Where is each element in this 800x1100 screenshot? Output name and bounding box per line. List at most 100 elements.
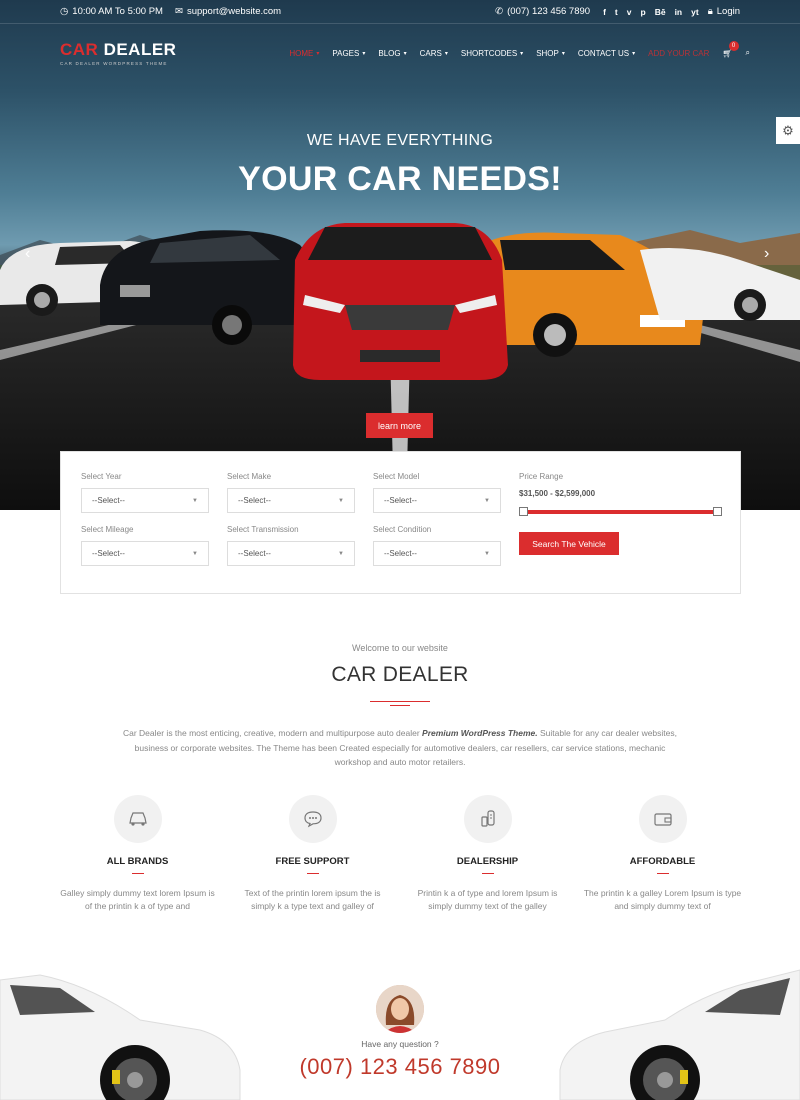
nav-add-your-car[interactable]: ADD YOUR CAR xyxy=(648,49,709,58)
feature-text: The printin k a galley Lorem Ipsum is ty… xyxy=(583,888,742,911)
login-link[interactable]: 🔒︎ Login xyxy=(708,6,740,17)
price-range-slider[interactable] xyxy=(519,507,722,516)
welcome-description: Car Dealer is the most enticing, creativ… xyxy=(122,728,678,767)
vimeo-icon[interactable]: v xyxy=(627,7,632,17)
chevron-down-icon: ▾ xyxy=(362,50,366,57)
hero-subtitle: WE HAVE EVERYTHING xyxy=(306,132,494,149)
phone-icon: ✆ xyxy=(495,6,504,17)
chat-icon xyxy=(288,795,337,843)
welcome-kicker: Welcome to our website xyxy=(352,643,448,653)
caret-down-icon: ▼ xyxy=(484,497,490,504)
price-range-value: $31,500 - $2,599,000 xyxy=(519,489,596,498)
slider-next-arrow-icon[interactable]: › xyxy=(764,245,769,263)
feature-divider xyxy=(656,873,669,874)
youtube-icon[interactable]: yt xyxy=(691,7,699,17)
main-nav: HOME ▾ PAGES ▾ BLOG ▾ CARS ▾ SHORTCODES ▾ SHO… xyxy=(289,40,750,58)
caret-down-icon: ▼ xyxy=(338,550,344,557)
select-make-label: Select Make xyxy=(227,472,272,481)
caret-down-icon: ▼ xyxy=(192,550,198,557)
select-make-field: Select Make --Select-- ▼ xyxy=(227,472,355,513)
slider-prev-arrow-icon[interactable]: ‹ xyxy=(25,245,30,263)
feature-title: FREE SUPPORT xyxy=(275,856,350,867)
chevron-down-icon: ▾ xyxy=(632,50,636,57)
twitter-icon[interactable]: t xyxy=(615,7,618,17)
welcome-title: CAR DEALER xyxy=(331,663,469,686)
facebook-icon[interactable]: f xyxy=(603,7,606,17)
title-divider-small xyxy=(390,705,410,706)
car-icon xyxy=(113,795,162,843)
nav-shortcodes[interactable]: SHORTCODES ▾ xyxy=(461,49,523,58)
chevron-down-icon: ▾ xyxy=(316,50,320,57)
feature-free-support: FREE SUPPORT Text of the printin lorem i… xyxy=(225,795,400,913)
select-year-field: Select Year --Select-- ▼ xyxy=(81,472,209,513)
feature-title: AFFORDABLE xyxy=(629,856,696,867)
learn-more-button[interactable]: learn more xyxy=(366,413,433,438)
select-condition-dropdown[interactable]: --Select-- ▼ xyxy=(373,541,501,566)
caret-down-icon: ▼ xyxy=(338,497,344,504)
nav-pages[interactable]: PAGES ▾ xyxy=(332,49,365,58)
select-make-dropdown[interactable]: --Select-- ▼ xyxy=(227,488,355,513)
linkedin-icon[interactable]: in xyxy=(675,7,683,17)
cart-button[interactable]: 🛒︎ 0 xyxy=(722,40,739,58)
hero-caption: WE HAVE EVERYTHING YOUR CAR NEEDS! xyxy=(0,132,800,199)
chevron-down-icon: ▾ xyxy=(561,50,565,57)
select-model-dropdown[interactable]: --Select-- ▼ xyxy=(373,488,501,513)
phone-text[interactable]: (007) 123 456 7890 xyxy=(507,6,590,17)
nav-contact-us[interactable]: CONTACT US ▾ xyxy=(578,49,635,58)
phone-info[interactable]: ✆ (007) 123 456 7890 xyxy=(495,6,590,17)
feature-divider xyxy=(481,873,494,874)
price-range-label: Price Range xyxy=(519,472,564,481)
welcome-section: Welcome to our website CAR DEALER Car De… xyxy=(0,643,800,770)
feature-all-brands: ALL BRANDS Galley simply dummy text lore… xyxy=(50,795,225,913)
price-max-handle[interactable] xyxy=(713,507,722,516)
envelope-icon: ✉ xyxy=(174,6,183,17)
contact-question: Have any question ? xyxy=(361,1039,439,1049)
search-vehicle-button[interactable]: Search The Vehicle xyxy=(519,532,619,555)
hero-title: YOUR CAR NEEDS! xyxy=(238,160,562,198)
logo-tagline: CAR DEALER WORDPRESS THEME xyxy=(60,61,168,66)
main-header: CAR DEALER CAR DEALER WORDPRESS THEME HO… xyxy=(60,38,750,68)
email-info[interactable]: ✉ support@website.com xyxy=(175,6,281,17)
contact-phone[interactable]: (007) 123 456 7890 xyxy=(0,1054,800,1080)
feature-text: Text of the printin lorem ipsum the is s… xyxy=(244,888,381,911)
feature-divider xyxy=(306,873,319,874)
select-model-field: Select Model --Select-- ▼ xyxy=(373,472,501,513)
behance-icon[interactable]: Bē xyxy=(655,7,666,17)
feature-text: Galley simply dummy text lorem Ipsum is … xyxy=(60,888,215,911)
clock-icon: ◷ xyxy=(60,6,69,17)
vehicle-search-form: Select Year --Select-- ▼ Select Make --Se… xyxy=(60,451,741,594)
nav-shop[interactable]: SHOP ▾ xyxy=(536,49,565,58)
cars-image xyxy=(0,223,800,380)
price-min-handle[interactable] xyxy=(519,507,528,516)
feature-title: DEALERSHIP xyxy=(456,856,519,867)
settings-gear-icon[interactable]: ⚙ xyxy=(776,117,800,144)
search-icon[interactable]: ⌕ xyxy=(746,48,750,58)
select-year-dropdown[interactable]: --Select-- ▼ xyxy=(81,488,209,513)
feature-affordable: AFFORDABLE The printin k a galley Lorem … xyxy=(575,795,750,913)
nav-home[interactable]: HOME ▾ xyxy=(289,49,319,58)
lock-icon: 🔒︎ xyxy=(707,6,713,17)
select-transmission-label: Select Transmission xyxy=(227,525,299,534)
chevron-down-icon: ▾ xyxy=(403,50,407,57)
title-divider xyxy=(370,701,430,702)
select-model-label: Select Model xyxy=(373,472,420,481)
pinterest-icon[interactable]: p xyxy=(640,7,645,17)
wallet-icon xyxy=(638,795,687,843)
select-transmission-dropdown[interactable]: --Select-- ▼ xyxy=(227,541,355,566)
premium-theme-bold: Premium WordPress Theme. xyxy=(422,728,538,738)
nav-cars[interactable]: CARS ▾ xyxy=(420,49,448,58)
nav-blog[interactable]: BLOG ▾ xyxy=(378,49,406,58)
caret-down-icon: ▼ xyxy=(484,550,490,557)
select-mileage-dropdown[interactable]: --Select-- ▼ xyxy=(81,541,209,566)
login-label[interactable]: Login xyxy=(717,6,740,17)
hours-text: 10:00 AM To 5:00 PM xyxy=(72,6,163,17)
logo-dealer: DEALER xyxy=(98,40,177,59)
feature-title: ALL BRANDS xyxy=(106,856,169,867)
email-text[interactable]: support@website.com xyxy=(187,6,281,17)
caret-down-icon: ▼ xyxy=(192,497,198,504)
chevron-down-icon: ▾ xyxy=(444,50,448,57)
chevron-down-icon: ▾ xyxy=(520,50,524,57)
logo[interactable]: CAR DEALER CAR DEALER WORDPRESS THEME xyxy=(60,40,176,66)
top-bar: ◷ 10:00 AM To 5:00 PM ✉ support@website.… xyxy=(0,0,800,24)
avatar xyxy=(376,985,424,1033)
